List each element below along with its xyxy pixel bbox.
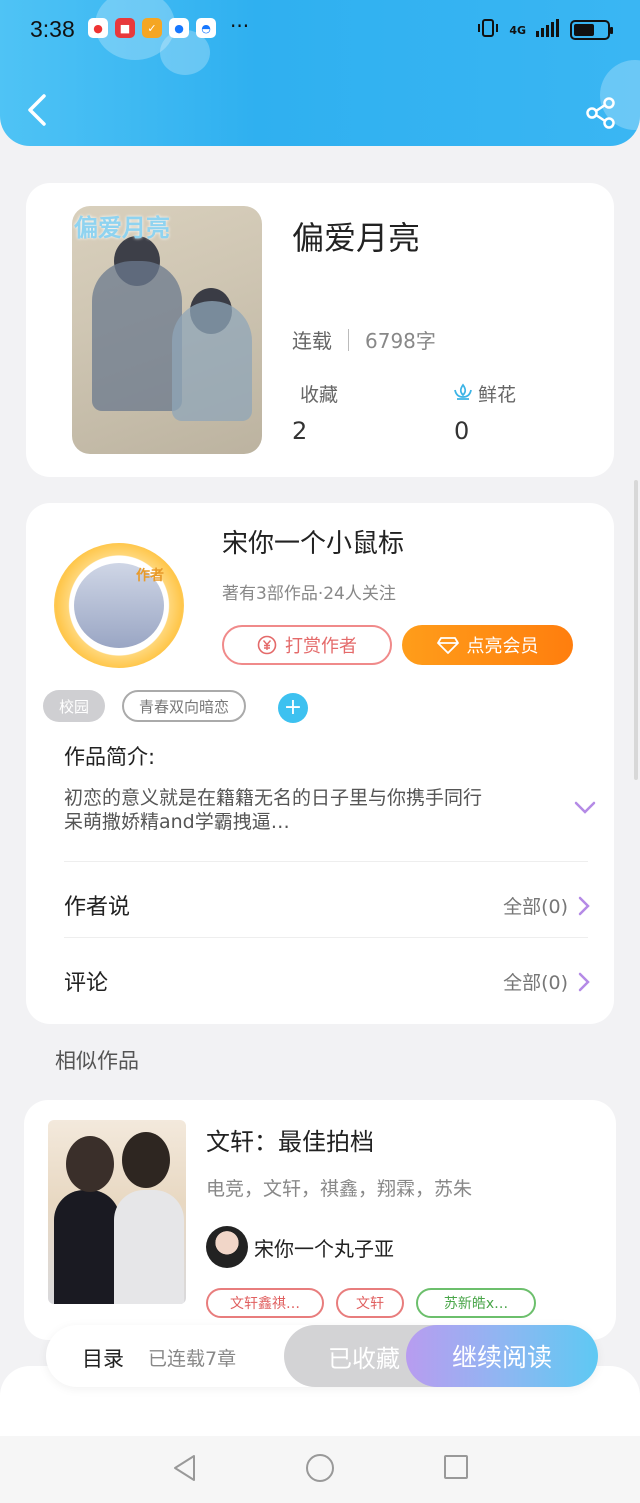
more-notifications-icon: ··· [230,14,250,38]
nav-recent-icon[interactable] [444,1455,468,1479]
divider [64,937,588,938]
flowers-stat[interactable]: 鲜花 [452,380,516,407]
intro-text[interactable]: 初恋的意义就是在籍籍无名的日子里与你携手同行 呆萌撒娇精and学霸拽逼… [64,786,544,834]
intro-title: 作品简介: [64,745,156,769]
vip-button[interactable]: 点亮会员 [402,625,573,665]
author-says-all[interactable]: 全部(0) [503,892,590,919]
notification-icons: ● ■ ✓ ● ◓ [88,18,216,38]
similar-tag[interactable]: 苏新皓x… [416,1288,536,1318]
comments-title[interactable]: 评论 [64,965,108,997]
header: 3:38 ● ■ ✓ ● ◓ ··· 4G [0,0,640,146]
back-button[interactable] [24,92,54,128]
status-bar: 3:38 ● ■ ✓ ● ◓ ··· 4G [30,14,613,50]
tag-campus[interactable]: 校园 [43,690,105,722]
weibo-icon: ● [88,18,108,38]
nav-home-icon[interactable] [306,1454,334,1482]
book-status-line: 连载 6798字 [292,325,436,354]
word-count: 6798字 [365,329,436,353]
chevron-right-icon [578,972,590,991]
divider [64,861,588,862]
nav-back-icon[interactable] [172,1454,198,1482]
reward-label: 打赏作者 [285,636,357,657]
comments-all[interactable]: 全部(0) [503,968,590,995]
cover-title: 偏爱月亮 [74,214,170,242]
similar-work-author: 宋你一个丸子亚 [254,1237,394,1261]
author-says-count: 全部(0) [503,896,568,918]
favorites-value: 2 [292,417,308,445]
reward-author-button[interactable]: 打赏作者 [222,625,392,665]
cover-figure [114,1190,184,1304]
similar-works-heading: 相似作品 [55,1049,139,1073]
similar-work-title: 文轩：最佳拍档 [206,1128,374,1156]
vip-label: 点亮会员 [466,636,539,657]
author-says-title[interactable]: 作者说 [64,889,130,921]
book-info-card: 偏爱月亮 偏爱月亮 连载 6798字 收藏 2 鲜花 0 [26,183,614,477]
book-title: 偏爱月亮 [292,219,421,257]
app-icon: ● [169,18,189,38]
cover-figure [122,1132,170,1188]
app-icon: ✓ [142,18,162,38]
book-cover[interactable]: 偏爱月亮 [72,206,262,454]
flowers-value: 0 [454,417,470,445]
system-nav-bar [0,1436,640,1503]
similar-work-cover [48,1120,186,1304]
flower-icon [454,383,472,400]
continue-reading-button[interactable]: 继续阅读 [406,1325,598,1387]
huawei-icon: ■ [115,18,135,38]
chapter-count: 已连载7章 [148,1348,237,1370]
similar-work-card[interactable]: 文轩：最佳拍档 电竞，文轩，祺鑫，翔霖，苏朱 宋你一个丸子亚 文轩鑫祺… 文轩 … [24,1100,616,1340]
similar-tag[interactable]: 文轩 [336,1288,404,1318]
status-time: 3:38 [30,16,75,42]
divider [348,328,349,351]
yuan-coin-icon [257,635,277,655]
chevron-right-icon [578,896,590,915]
app-icon: ◓ [196,18,216,38]
author-name[interactable]: 宋你一个小鼠标 [222,523,404,560]
serial-status: 连载 [292,329,332,353]
favorites-label: 收藏 [300,384,339,406]
chevron-left-icon [28,94,46,126]
intro-line: 初恋的意义就是在籍籍无名的日子里与你携手同行 [64,787,483,809]
share-button[interactable] [584,96,618,130]
similar-tag[interactable]: 文轩鑫祺… [206,1288,324,1318]
table-of-contents-button[interactable]: 目录 [82,1343,124,1373]
author-card: 作者 宋你一个小鼠标 著有3部作品·24人关注 打赏作者 点亮会员 校园 青春双… [26,503,614,1024]
tag-youth-crush[interactable]: 青春双向暗恋 [122,690,246,722]
cover-figure [172,301,252,421]
status-right: 4G [477,18,613,42]
cover-figure [54,1190,120,1304]
battery-icon [570,20,613,40]
cover-figure [66,1136,114,1192]
comments-count: 全部(0) [503,972,568,994]
signal-icon [536,19,560,41]
author-meta: 著有3部作品·24人关注 [222,584,396,604]
avatar [206,1226,248,1268]
diamond-icon [436,637,459,654]
cover-figure [92,261,182,411]
share-icon [586,97,615,129]
author-badge: 作者 [136,568,164,584]
author-avatar[interactable]: 作者 [54,543,184,668]
vibrate-icon [477,18,499,42]
intro-line: 呆萌撒娇精and学霸拽逼… [64,811,290,833]
add-tag-button[interactable]: + [278,693,308,723]
bottom-action-bar: 目录 已连载7章 已收藏 继续阅读 [46,1325,598,1387]
chevron-down-icon[interactable] [574,801,596,815]
similar-work-keywords: 电竞，文轩，祺鑫，翔霖，苏朱 [206,1178,473,1200]
scrollbar[interactable] [634,480,638,780]
network-label: 4G [509,23,526,37]
flowers-label: 鲜花 [478,384,517,406]
